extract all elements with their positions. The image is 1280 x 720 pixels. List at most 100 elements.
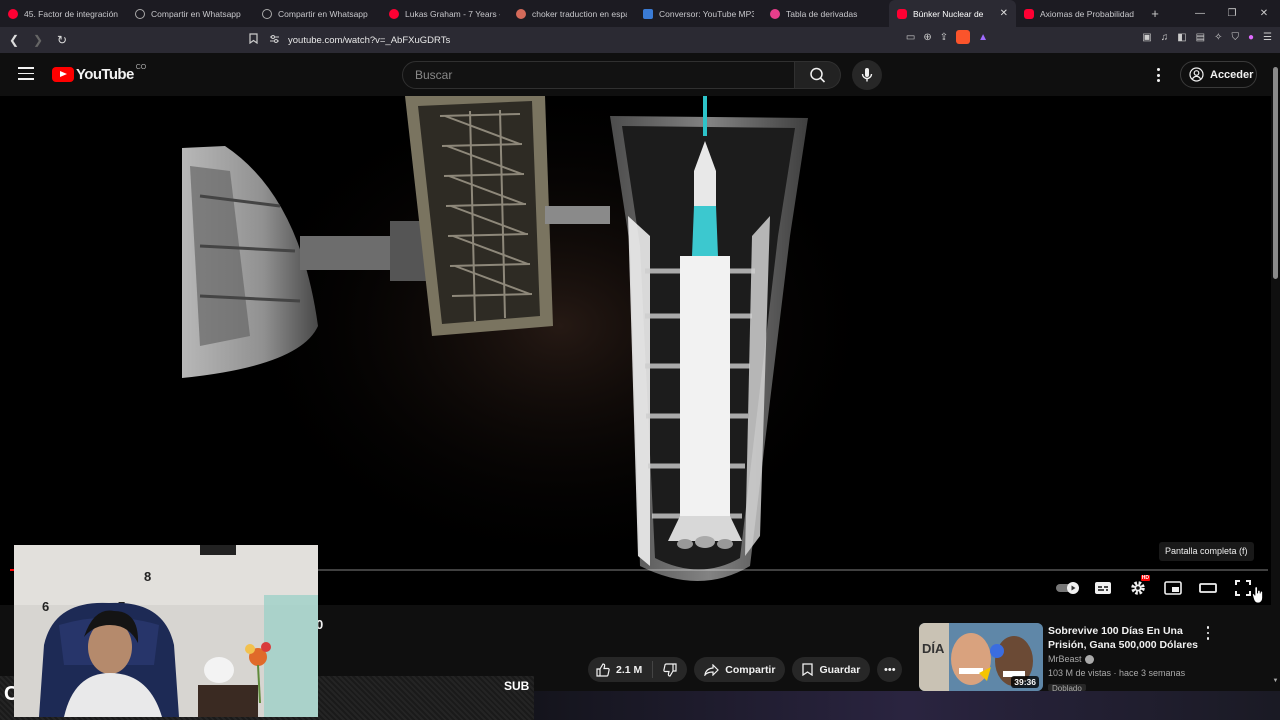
leo-icon[interactable]: ✧ (1214, 32, 1222, 43)
like-count: 2.1 M (616, 663, 643, 676)
minimize-icon[interactable]: — (1184, 0, 1216, 27)
restore-icon[interactable]: ❐ (1216, 0, 1248, 27)
zoom-icon[interactable]: ⊕ (923, 32, 931, 43)
video-actions: 2.1 M Compartir Guardar ••• (588, 657, 903, 682)
close-window-icon[interactable]: ✕ (1248, 0, 1280, 27)
recommended-menu-icon[interactable] (1205, 626, 1211, 640)
browser-tab-active[interactable]: Búnker Nuclear de ✕ (889, 0, 1016, 27)
url-field[interactable]: youtube.com/watch?v=_AbFXuGDRTs (245, 30, 990, 50)
back-icon[interactable]: ❮ (4, 33, 24, 47)
like-button[interactable]: 2.1 M (588, 661, 654, 678)
music-icon[interactable]: ♫ (1161, 32, 1169, 43)
new-tab-button[interactable]: + (1143, 6, 1167, 21)
theater-mode-button[interactable] (1190, 578, 1225, 598)
tab-title: Axiomas de Probabilidad (1040, 8, 1135, 19)
browser-tab[interactable]: choker traduction en espa (508, 0, 635, 27)
share-button[interactable]: Compartir (694, 657, 786, 682)
account-icon (1189, 67, 1204, 82)
scroll-down-icon[interactable]: ▼ (1271, 678, 1280, 684)
wallet-icon[interactable]: ▤ (1196, 32, 1205, 43)
tab-title: choker traduction en espa (532, 8, 627, 19)
svg-text:DÍA: DÍA (922, 641, 945, 656)
video-player[interactable] (0, 96, 1271, 605)
thumbs-down-icon (663, 662, 677, 677)
brave-shields-icon[interactable] (956, 30, 971, 44)
dubbed-badge: Doblado (1048, 684, 1086, 691)
recommended-video[interactable]: DÍA 39:36 Sobrevive 100 Días En Una Pris… (919, 623, 1264, 695)
forward-icon[interactable]: ❯ (28, 33, 48, 47)
tab-title: Conversor: YouTube MP3, (659, 8, 754, 19)
save-icon (802, 663, 814, 676)
search-button[interactable] (795, 61, 841, 89)
webcam-overlay: 8 6 7 5 (14, 545, 318, 717)
globe-favicon-icon (262, 8, 272, 19)
vpn-icon[interactable]: ⛉ (1231, 32, 1239, 43)
browser-tab[interactable]: Lukas Graham - 7 Years - Y (381, 0, 508, 27)
url-text: youtube.com/watch?v=_AbFXuGDRTs (288, 34, 451, 46)
recommended-stats: 103 M de vistas · hace 3 semanas (1048, 668, 1186, 678)
profile-icon[interactable]: ● (1248, 32, 1254, 43)
more-dots-icon: ••• (884, 663, 896, 676)
youtube-play-logo-icon (52, 67, 74, 82)
screen: 45. Factor de integración Compartir en W… (0, 0, 1280, 720)
recommended-thumbnail[interactable]: DÍA 39:36 (919, 623, 1043, 691)
subtitles-icon (1094, 582, 1111, 594)
browser-tab-strip: 45. Factor de integración Compartir en W… (0, 0, 1280, 27)
youtube-favicon-icon (389, 8, 399, 19)
browser-tab[interactable]: Axiomas de Probabilidad (1016, 0, 1143, 27)
youtube-header: YouTube CO Buscar Acceder (0, 53, 1280, 96)
sidebar-icon[interactable]: ▣ (1142, 32, 1151, 43)
reload-icon[interactable]: ↻ (52, 33, 72, 47)
miniplayer-button[interactable] (1155, 578, 1190, 598)
settings-button[interactable]: HD (1120, 575, 1155, 598)
search-input[interactable]: Buscar (402, 61, 795, 89)
hamburger-menu-icon[interactable] (18, 67, 34, 81)
share-label: Compartir (725, 663, 776, 676)
site-favicon-icon (770, 8, 780, 19)
browser-tab[interactable]: 45. Factor de integración (0, 0, 127, 27)
browser-tab[interactable]: Tabla de derivadas (762, 0, 889, 27)
page-scrollbar[interactable] (1271, 53, 1280, 691)
recommended-channel[interactable]: MrBeast (1048, 654, 1094, 664)
url-actions: ▭ ⊕ ⇪ ▲ (906, 30, 988, 44)
country-code: CO (135, 64, 147, 71)
scrollbar-thumb[interactable] (1273, 67, 1278, 279)
reader-icon[interactable]: ◧ (1177, 32, 1186, 43)
tab-title: Búnker Nuclear de (913, 8, 984, 19)
overlay-sub-text: SUB (504, 679, 530, 693)
close-tab-icon[interactable]: ✕ (1000, 8, 1008, 19)
logo-text: YouTube (76, 66, 134, 83)
bookmark-icon[interactable] (245, 33, 261, 47)
rewards-icon[interactable]: ▲ (978, 32, 988, 43)
browser-tab[interactable]: Compartir en Whatsapp (254, 0, 381, 27)
subtitles-button[interactable] (1085, 578, 1120, 598)
settings-menu-icon[interactable] (1153, 66, 1163, 84)
miniplayer-icon (1163, 581, 1182, 595)
site-settings-icon[interactable] (269, 34, 280, 47)
globe-favicon-icon (135, 8, 145, 19)
sign-in-button[interactable]: Acceder (1180, 61, 1257, 88)
tab-title: Tabla de derivadas (786, 8, 858, 19)
browser-tab[interactable]: Conversor: YouTube MP3, (635, 0, 762, 27)
browser-tab[interactable]: Compartir en Whatsapp (127, 0, 254, 27)
voice-search-button[interactable] (852, 60, 882, 90)
microphone-icon (861, 68, 873, 82)
autoplay-toggle[interactable] (1050, 578, 1085, 598)
youtube-favicon-icon (8, 8, 18, 19)
dislike-button[interactable] (653, 662, 687, 677)
mouse-cursor-icon (1252, 586, 1263, 604)
gear-icon (1130, 581, 1145, 595)
video-frame (0, 96, 1271, 605)
save-label: Guardar (819, 663, 861, 676)
more-actions-button[interactable]: ••• (877, 657, 903, 682)
save-button[interactable]: Guardar (792, 657, 871, 682)
cast-icon[interactable]: ▭ (906, 32, 915, 43)
share-icon[interactable]: ⇪ (940, 32, 948, 43)
youtube-logo[interactable]: YouTube CO (52, 64, 147, 83)
svg-text:8: 8 (144, 569, 151, 584)
menu-icon[interactable]: ☰ (1263, 32, 1272, 43)
recommended-title[interactable]: Sobrevive 100 Días En Una Prisión, Gana … (1048, 624, 1198, 652)
tab-title: Compartir en Whatsapp (278, 8, 368, 19)
like-dislike-group: 2.1 M (588, 657, 688, 682)
hd-badge: HD (1140, 575, 1150, 581)
